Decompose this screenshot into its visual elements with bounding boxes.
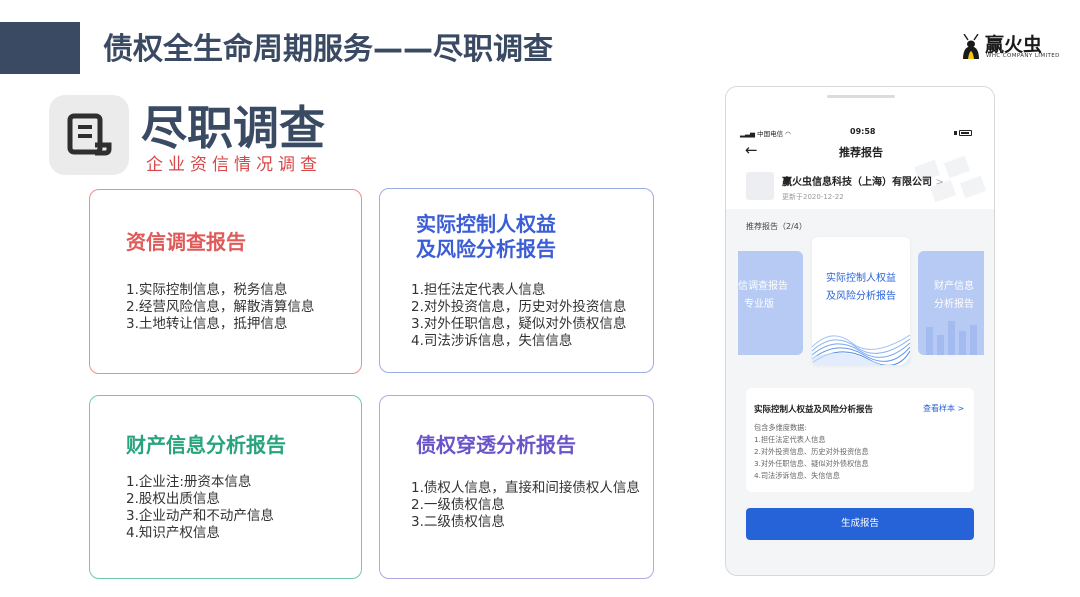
- carousel-card-label: 实际控制人权益: [826, 273, 896, 284]
- status-indicator-icon: [954, 131, 957, 135]
- report-detail-card: 实际控制人权益及风险分析报告 查看样本 > 包含多维度数据: 1.担任法定代表人…: [746, 388, 974, 492]
- company-avatar: [746, 172, 774, 200]
- report-detail-line: 1.担任法定代表人信息: [754, 435, 826, 444]
- card-title-line: 及风险分析报告: [416, 237, 556, 261]
- report-detail-line: 2.对外投资信息、历史对外投资信息: [754, 447, 869, 456]
- view-sample-link[interactable]: 查看样本 >: [923, 403, 964, 414]
- company-logo: 赢火虫 WHC COMPANY LIMITED: [960, 28, 1070, 64]
- credit-report-card: 资信调查报告 1.实际控制信息，税务信息 2.经营风险信息，解散清算信息 3.土…: [89, 189, 362, 374]
- property-report-card: 财产信息分析报告 1.企业注:册资本信息 2.股权出质信息 3.企业动产和不动产…: [89, 395, 362, 579]
- carousel-card-property[interactable]: 财产信息 分析报告: [918, 251, 984, 355]
- company-row[interactable]: 赢火虫信息科技（上海）有限公司 > 更新于2020-12-22: [746, 170, 986, 206]
- wifi-icon: ◠: [785, 130, 791, 138]
- card-item: 3.二级债权信息: [411, 514, 505, 530]
- section-subtitle: 企业资信情况调查: [146, 155, 322, 175]
- firefly-logo-icon: [963, 34, 979, 59]
- carrier-label: 中国电信: [757, 130, 784, 138]
- card-title-line: 资信调查报告: [126, 230, 246, 254]
- report-detail-list: 包含多维度数据: 1.担任法定代表人信息 2.对外投资信息、历史对外投资信息 3…: [754, 422, 869, 482]
- company-updated-date: 更新于2020-12-22: [782, 193, 844, 201]
- debt-penetration-report-card: 债权穿透分析报告 1.债权人信息，直接和间接债权人信息 2.一级债权信息 3.二…: [379, 395, 654, 579]
- card-item: 1.债权人信息，直接和间接债权人信息: [411, 480, 640, 496]
- carousel-card-credit[interactable]: 信调查报告 专业版: [738, 251, 803, 355]
- card-item-list: 1.担任法定代表人信息 2.对外投资信息，历史对外投资信息 3.对外任职信息，疑…: [411, 282, 626, 350]
- report-detail-title: 实际控制人权益及风险分析报告: [754, 405, 874, 415]
- phone-notch: [827, 95, 895, 98]
- report-detail-line: 3.对外任职信息、疑似对外债权信息: [754, 459, 869, 468]
- carousel-card-label: 财产信息: [934, 281, 974, 292]
- card-title: 资信调查报告: [126, 230, 246, 255]
- phone-header: ▂▃▅ 中国电信 ◠ 09:58 ← 推荐报告 赢火虫信息科技（上海）有限公司 …: [726, 87, 994, 209]
- card-item: 2.经营风险信息，解散清算信息: [126, 299, 315, 315]
- phone-mockup: ▂▃▅ 中国电信 ◠ 09:58 ← 推荐报告 赢火虫信息科技（上海）有限公司 …: [725, 86, 995, 576]
- card-title: 债权穿透分析报告: [416, 433, 576, 458]
- controller-risk-report-card: 实际控制人权益 及风险分析报告 1.担任法定代表人信息 2.对外投资信息，历史对…: [379, 188, 654, 373]
- wave-decoration: [812, 334, 910, 365]
- signal-icon: ▂▃▅: [740, 130, 755, 138]
- status-carrier: ▂▃▅ 中国电信 ◠: [740, 128, 791, 138]
- recommend-count-label: 推荐报告（2/4）: [746, 222, 807, 231]
- card-title-line: 财产信息分析报告: [126, 433, 286, 457]
- generate-report-button[interactable]: 生成报告: [746, 508, 974, 540]
- card-item-list: 1.债权人信息，直接和间接债权人信息 2.一级债权信息 3.二级债权信息: [411, 480, 640, 531]
- carousel-card-sublabel: 专业版: [744, 299, 774, 310]
- carousel-card-label: 分析报告: [934, 299, 974, 310]
- card-item-list: 1.实际控制信息，税务信息 2.经营风险信息，解散清算信息 3.土地转让信息，抵…: [126, 282, 314, 333]
- header-accent-bar: [0, 22, 80, 74]
- section-icon-tile: [49, 95, 129, 175]
- card-title-line: 债权穿透分析报告: [416, 433, 576, 457]
- card-item: 1.企业注:册资本信息: [126, 474, 252, 490]
- card-title-line: 实际控制人权益: [416, 212, 556, 236]
- card-title: 财产信息分析报告: [126, 433, 286, 458]
- card-item-list: 1.企业注:册资本信息 2.股权出质信息 3.企业动产和不动产信息 4.知识产权…: [126, 474, 274, 542]
- report-detail-line: 包含多维度数据:: [754, 423, 807, 432]
- card-item: 3.企业动产和不动产信息: [126, 508, 274, 524]
- company-name-text: 赢火虫信息科技（上海）有限公司: [782, 177, 932, 188]
- logo-name-en: WHC COMPANY LIMITED: [986, 53, 1060, 59]
- card-item: 2.一级债权信息: [411, 497, 505, 513]
- company-name: 赢火虫信息科技（上海）有限公司 >: [782, 173, 944, 188]
- carousel-card-controller[interactable]: 实际控制人权益 及风险分析报告: [812, 237, 910, 365]
- section-title: 尽职调查: [141, 101, 325, 155]
- card-item: 3.土地转让信息，抵押信息: [126, 316, 288, 332]
- slide-title: 债权全生命周期服务——尽职调查: [103, 32, 553, 67]
- scroll-document-icon: [67, 113, 112, 156]
- status-time: 09:58: [850, 127, 876, 136]
- report-detail-line: 4.司法涉诉信息、失信信息: [754, 471, 840, 480]
- carousel-card-label: 及风险分析报告: [826, 291, 896, 302]
- chevron-right-icon: >: [935, 177, 944, 188]
- card-title: 实际控制人权益 及风险分析报告: [416, 212, 556, 262]
- card-item: 2.股权出质信息: [126, 491, 220, 507]
- card-item: 4.司法涉诉信息，失信信息: [411, 333, 573, 349]
- carousel-card-label: 信调查报告: [738, 281, 788, 292]
- card-item: 1.实际控制信息，税务信息: [126, 282, 288, 298]
- battery-icon: [959, 130, 972, 136]
- card-item: 1.担任法定代表人信息: [411, 282, 546, 298]
- card-item: 3.对外任职信息，疑似对外债权信息: [411, 316, 627, 332]
- card-item: 4.知识产权信息: [126, 525, 220, 541]
- card-item: 2.对外投资信息，历史对外投资信息: [411, 299, 627, 315]
